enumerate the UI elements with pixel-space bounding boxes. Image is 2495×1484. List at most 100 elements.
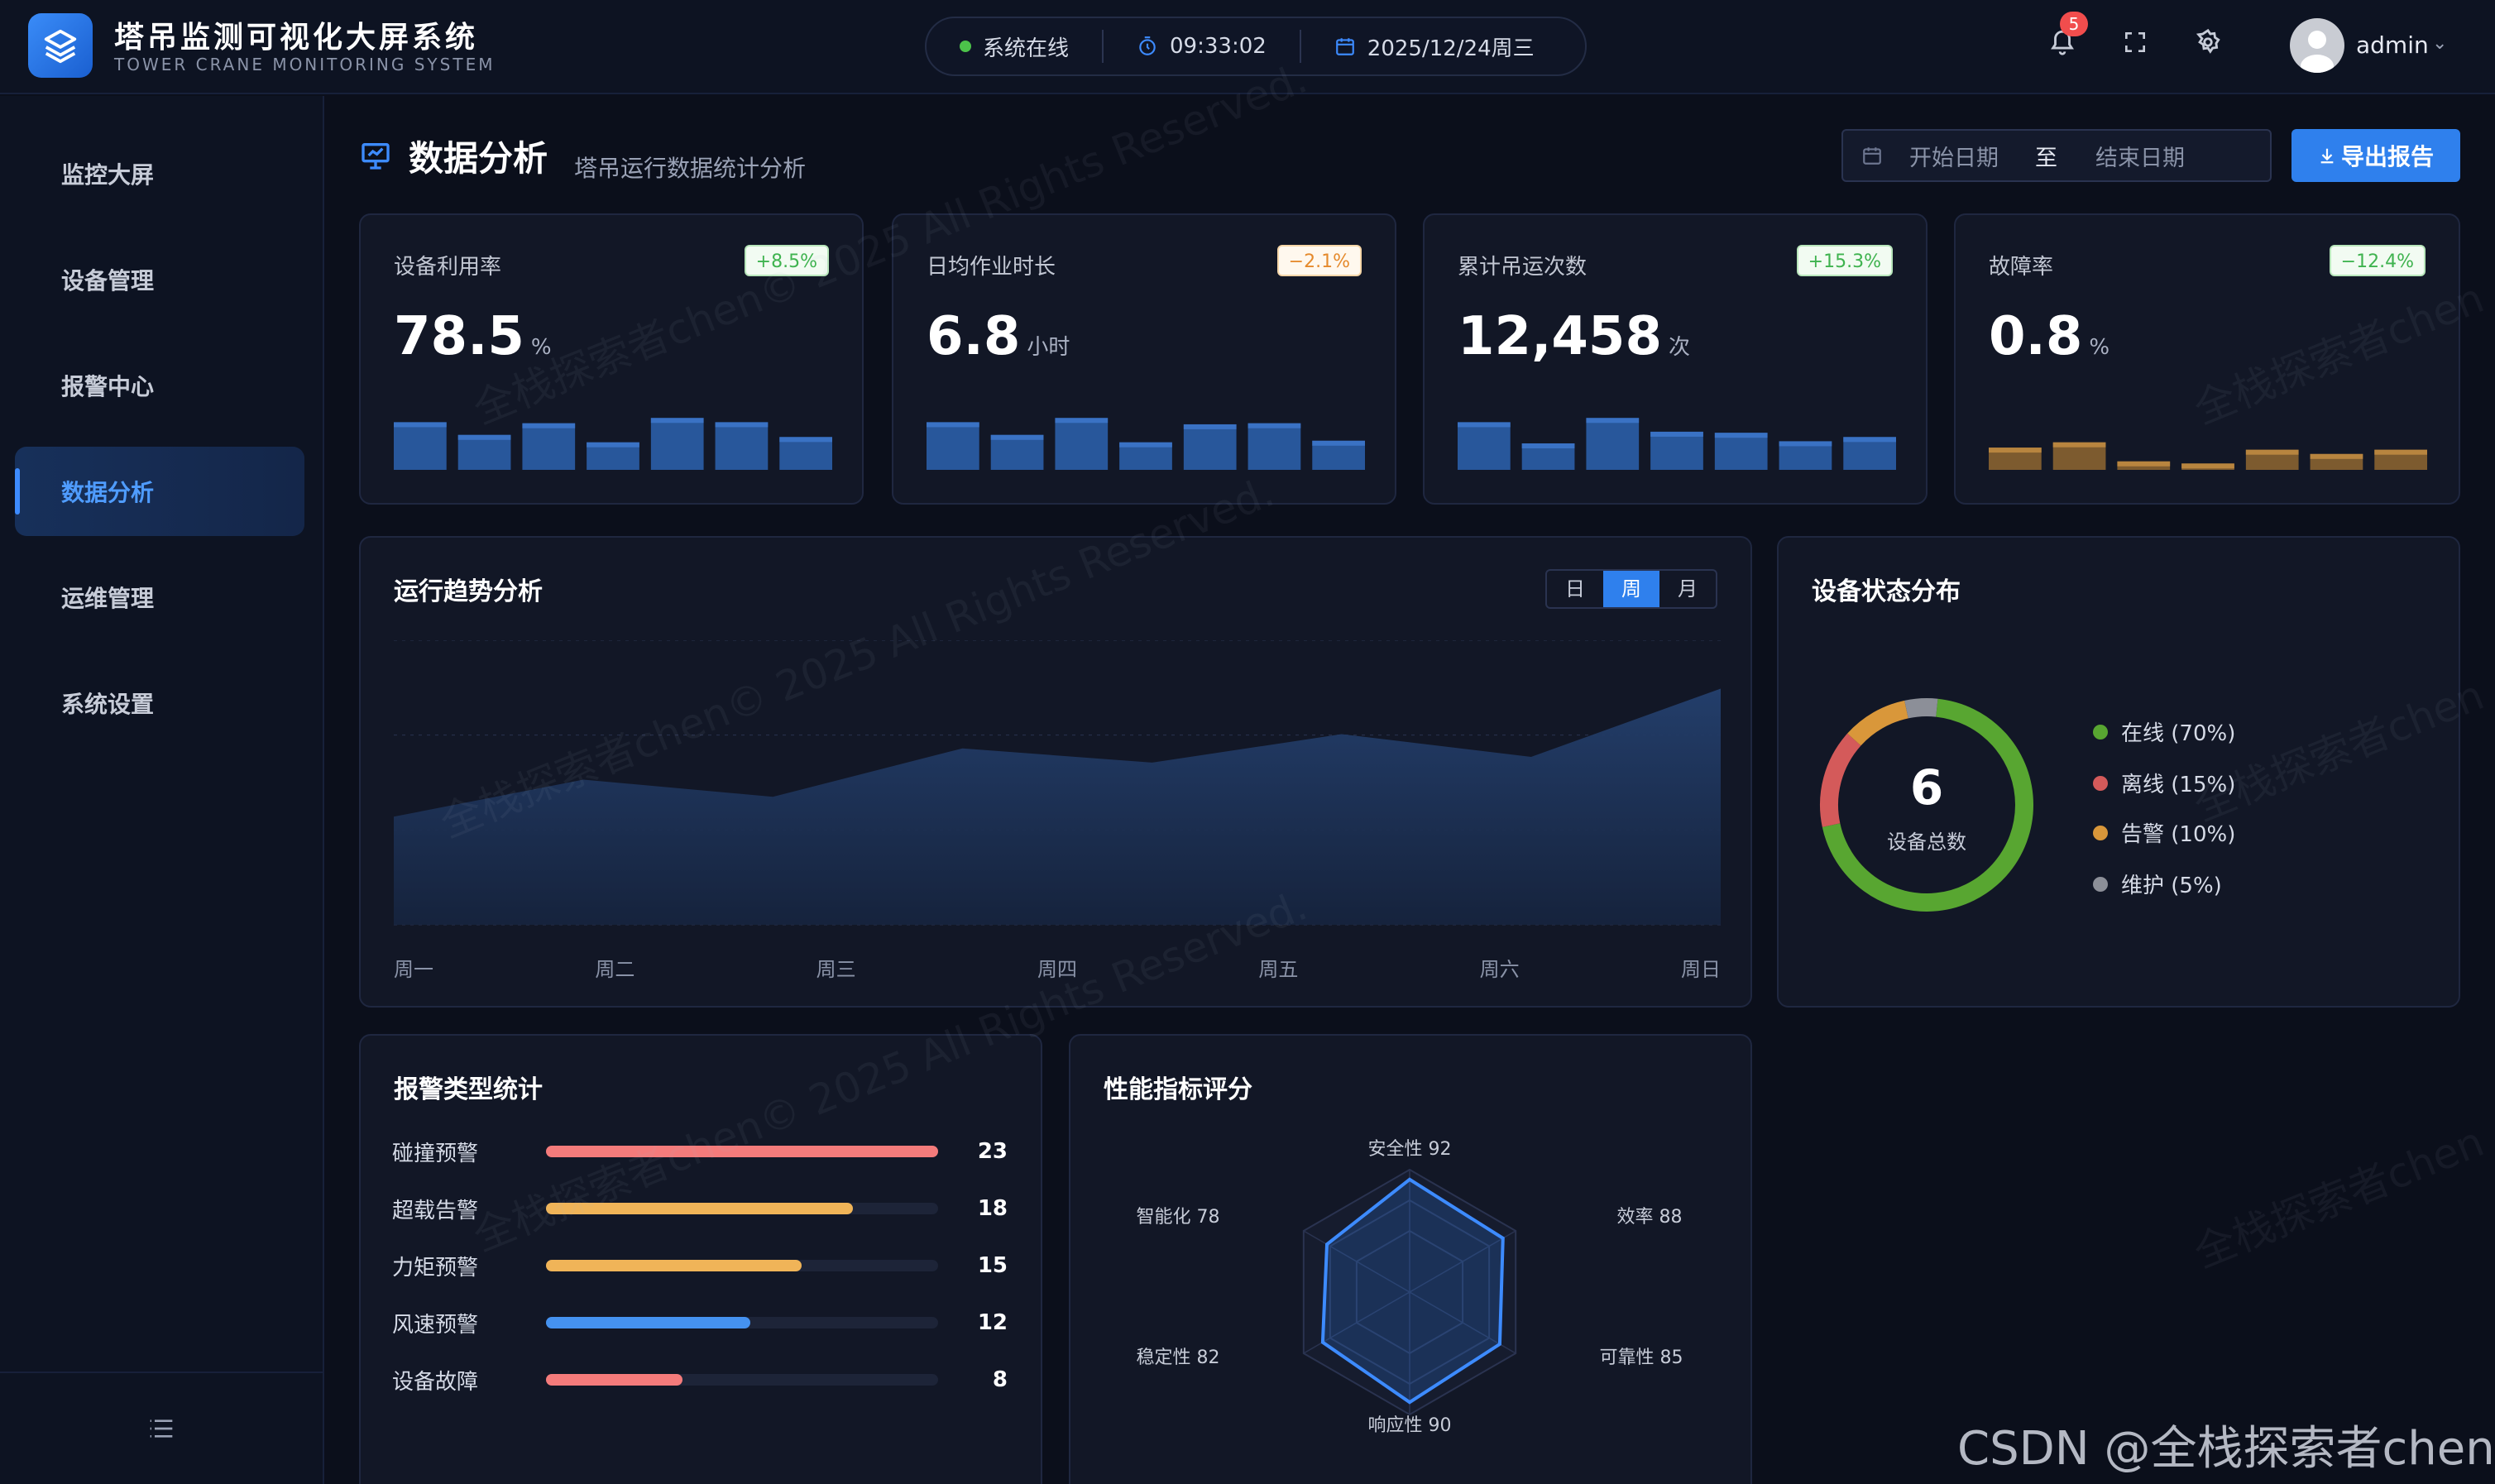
- date-text: 2025/12/24周三: [1367, 36, 1535, 61]
- spark-bar-cap: [2245, 449, 2299, 455]
- kpi-sparkbars: [1458, 418, 1896, 470]
- calendar-icon: [1335, 38, 1354, 55]
- kpi-label: 故障率: [1989, 255, 2054, 280]
- layers-logo-icon: [28, 13, 93, 78]
- trend-area: [394, 688, 1721, 925]
- kpi-number: 12,458: [1458, 306, 1662, 367]
- donut-slice: [1847, 700, 1909, 746]
- kpi-sparkbars: [394, 418, 832, 470]
- kpi-card-utilization: 设备利用率 +8.5% 78.5%: [359, 213, 864, 505]
- chevron-down-icon[interactable]: ⌄: [2432, 33, 2447, 54]
- alarm-label: 碰撞预警: [392, 1141, 479, 1166]
- tab-month[interactable]: 月: [1659, 571, 1716, 607]
- legend-swatch: [2093, 825, 2108, 840]
- spark-bar-cap: [2117, 461, 2171, 467]
- alarm-bar: [546, 1203, 853, 1214]
- nav-item-alarms[interactable]: 报警中心: [15, 341, 304, 430]
- kpi-value: 12,458 次: [1458, 306, 1690, 367]
- sidebar-footer: [0, 1372, 323, 1484]
- trend-title: 运行趋势分析: [394, 577, 543, 606]
- alarm-bar: [546, 1374, 682, 1386]
- legend-swatch: [2093, 724, 2108, 740]
- kpi-label: 累计吊运次数: [1458, 255, 1588, 280]
- radar-axis-label: 稳定性 82: [1137, 1348, 1220, 1368]
- legend-swatch: [2093, 775, 2108, 791]
- alarm-label: 超载告警: [392, 1198, 479, 1223]
- alarm-bar-track: [546, 1260, 938, 1271]
- alarm-bar: [546, 1146, 938, 1157]
- online-dot-icon: [960, 41, 971, 52]
- top-header: 塔吊监测可视化大屏系统 TOWER CRANE MONITORING SYSTE…: [0, 0, 2495, 94]
- csdn-credit: CSDN @全栈探索者chen: [1957, 1422, 2495, 1476]
- spark-bar: [1183, 424, 1237, 470]
- export-report-button[interactable]: 导出报告: [2291, 129, 2460, 182]
- system-status-bar: 系统在线 09:33:02 2025/12/24周三: [925, 17, 1587, 76]
- alarm-title: 报警类型统计: [394, 1075, 543, 1104]
- spark-bar-cap: [457, 434, 511, 440]
- date-range-picker[interactable]: 开始日期 至 结束日期: [1841, 129, 2272, 182]
- nav-item-monitor[interactable]: 监控大屏: [15, 129, 304, 218]
- trend-period-tabs: 日 周 月: [1545, 569, 1717, 609]
- user-name[interactable]: admin: [2356, 31, 2429, 59]
- spark-bar: [715, 422, 769, 470]
- spark-bar-cap: [1521, 443, 1575, 448]
- fullscreen-icon[interactable]: [2114, 22, 2156, 63]
- spark-bar-cap: [1843, 437, 1896, 443]
- nav-item-settings[interactable]: 系统设置: [15, 658, 304, 748]
- alarm-value: 18: [977, 1196, 1008, 1221]
- alarm-bar-track: [546, 1203, 938, 1214]
- date-range-separator: 至: [2035, 145, 2057, 171]
- user-avatar[interactable]: [2290, 18, 2344, 73]
- tab-day[interactable]: 日: [1547, 571, 1603, 607]
- nav-item-analytics[interactable]: 数据分析: [15, 447, 304, 536]
- spark-bar: [1248, 423, 1301, 470]
- tab-week[interactable]: 周: [1603, 571, 1659, 607]
- spark-bar: [1714, 433, 1768, 470]
- settings-gear-icon[interactable]: [2187, 22, 2229, 63]
- kpi-label: 日均作业时长: [927, 255, 1056, 280]
- kpi-value: 6.8 小时: [927, 306, 1070, 367]
- kpi-change-badge: +8.5%: [744, 245, 829, 276]
- spark-bar-cap: [587, 442, 639, 448]
- spark-bar-cap: [927, 422, 979, 428]
- spark-bar: [650, 418, 704, 470]
- spark-bar-cap: [1458, 422, 1511, 428]
- spark-bar-cap: [1779, 441, 1832, 447]
- start-date-input[interactable]: 开始日期: [1909, 140, 1999, 172]
- download-icon: [2320, 148, 2334, 164]
- performance-card: 性能指标评分 安全性 92 效率 88 可靠性 85 响应性 90 稳定性 82 智能化 …: [1069, 1034, 1752, 1484]
- kpi-number: 78.5: [394, 306, 524, 367]
- collapse-menu-icon[interactable]: [148, 1417, 175, 1440]
- radar-axis-label: 响应性 90: [1368, 1415, 1452, 1436]
- kpi-value: 0.8%: [1989, 306, 2109, 367]
- spark-bar-cap: [1055, 418, 1109, 424]
- x-tick-label: 周四: [1037, 958, 1077, 981]
- spark-bar-cap: [1312, 440, 1365, 446]
- alarm-row: 设备故障 8: [392, 1363, 1008, 1396]
- performance-radar-chart: 安全性 92 效率 88 可靠性 85 响应性 90 稳定性 82 智能化 78: [1137, 1139, 1683, 1436]
- end-date-input[interactable]: 结束日期: [2095, 140, 2185, 172]
- spark-bar-cap: [779, 437, 832, 443]
- alarm-value: 8: [992, 1367, 1008, 1392]
- spark-bar-cap: [394, 422, 447, 428]
- x-tick-label: 周五: [1258, 958, 1298, 981]
- spark-bar-cap: [2181, 463, 2234, 469]
- kpi-unit: 次: [1668, 335, 1690, 360]
- legend-label: 维护 (5%): [2121, 874, 2222, 898]
- nav-item-devices[interactable]: 设备管理: [15, 235, 304, 324]
- spark-bar-cap: [715, 422, 769, 428]
- spark-bar-cap: [2374, 449, 2427, 455]
- clock: 09:33:02: [1102, 30, 1300, 63]
- legend-alarm: 告警 (10%): [2093, 817, 2235, 848]
- status-title: 设备状态分布: [1812, 577, 1961, 606]
- spark-bar: [394, 422, 447, 470]
- kpi-change-badge: −12.4%: [2329, 245, 2426, 276]
- spark-bar-cap: [1119, 442, 1172, 448]
- alarm-bar: [546, 1260, 802, 1271]
- donut-slice: [1904, 698, 1938, 719]
- x-tick-label: 周日: [1681, 958, 1721, 981]
- kpi-label: 设备利用率: [394, 255, 502, 280]
- legend-label: 离线 (15%): [2121, 773, 2236, 797]
- nav-item-maintenance[interactable]: 运维管理: [15, 553, 304, 642]
- kpi-sparkbars: [1989, 442, 2427, 470]
